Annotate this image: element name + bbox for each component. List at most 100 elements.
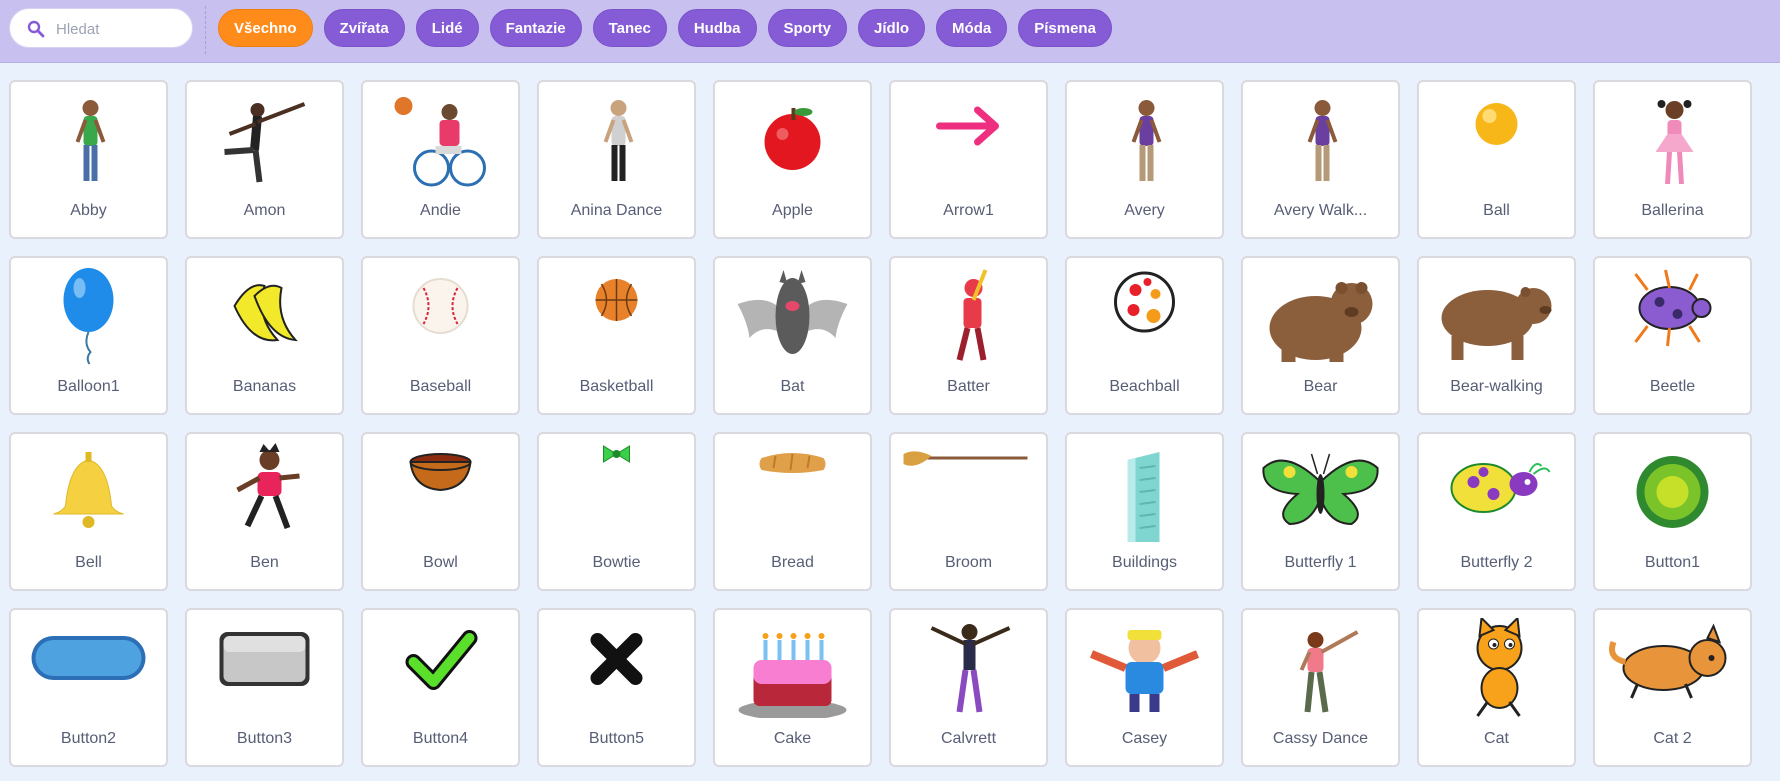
sprite-tile[interactable]: Avery [1065,80,1224,239]
sprite-tile[interactable]: Balloon1 [9,256,168,415]
sprite-name: Baseball [409,378,472,395]
wheelchair-basketball-icon [394,97,486,187]
sprite-tile[interactable]: Casey [1065,608,1224,767]
sprite-name: Button1 [1644,554,1701,571]
category-chip[interactable]: Tanec [592,9,667,47]
dancer-woman-icon [1299,630,1359,713]
category-chip[interactable]: Lidé [415,9,479,47]
sprite-tile[interactable]: Button5 [537,608,696,767]
sprite-tile[interactable]: Abby [9,80,168,239]
sprite-name: Andie [420,202,461,219]
sprite-name: Amon [243,202,286,219]
sprite-tile[interactable]: Baseball [361,256,520,415]
sprite-tile[interactable]: Button4 [361,608,520,767]
sprite-name: Avery [1124,202,1165,219]
cake-icon [738,633,847,718]
sprite-name: Bear [1303,378,1338,395]
sprite-name: Abby [70,202,107,219]
search-icon [27,20,45,38]
sprite-tile[interactable]: Bell [9,432,168,591]
sprite-name: Butterfly 2 [1460,554,1533,571]
sprite-name: Bananas [232,378,297,395]
bread-icon [759,453,826,473]
sprite-tile[interactable]: Bear-walking [1417,256,1576,415]
sprite-name: Button3 [236,730,293,747]
sprite-tile[interactable]: Buildings [1065,432,1224,591]
dancer-woman-icon [603,100,634,181]
sprite-tile[interactable]: Button3 [185,608,344,767]
bear-icon [1269,282,1373,362]
sprite-tile[interactable]: Butterfly 2 [1417,432,1576,591]
sprite-name: Bat [780,378,805,395]
search-box[interactable] [9,8,193,48]
girl-walking-icon [1307,100,1338,181]
sprite-tile[interactable]: Anina Dance [537,80,696,239]
sprite-tile[interactable]: Andie [361,80,520,239]
sprite-tile[interactable]: Bowl [361,432,520,591]
sprite-tile[interactable]: Ballerina [1593,80,1752,239]
sprite-tile[interactable]: Butterfly 1 [1241,432,1400,591]
sprite-name: Bread [771,554,814,571]
square-button-icon [219,632,310,686]
sprite-tile[interactable]: Bat [713,256,872,415]
sprite-tile[interactable]: Amon [185,80,344,239]
category-chip[interactable]: Zvířata [323,9,405,47]
basketball-icon [595,279,638,321]
bowl-icon [409,453,472,492]
category-chip[interactable]: Písmena [1018,9,1112,47]
sprite-name: Ball [1483,202,1510,219]
sprite-name: Cassy Dance [1272,730,1369,747]
sprite-name: Bowl [423,554,458,571]
sprite-tile[interactable]: Ben [185,432,344,591]
sprite-tile[interactable]: Basketball [537,256,696,415]
baseball-icon [412,278,469,334]
sprite-name: Arrow1 [943,202,994,219]
search-input[interactable] [56,18,181,40]
sprite-tile[interactable]: Button1 [1593,432,1752,591]
sprite-tile[interactable]: Cat 2 [1593,608,1752,767]
category-chip[interactable]: Fantazie [489,9,582,47]
sprite-tile[interactable]: Beachball [1065,256,1224,415]
sprite-tile[interactable]: Cake [713,608,872,767]
sprite-name: Cake [773,730,812,747]
bowtie-icon [603,445,630,463]
toolbar: Všechno Zvířata Lidé Fantazie Tanec Hudba Spor… [0,0,1780,63]
sprite-name: Bowtie [592,554,641,571]
batter-icon [956,269,988,361]
boy-running-icon [236,443,300,530]
beachball-icon [1114,271,1175,333]
sprite-tile[interactable]: Arrow1 [889,80,1048,239]
sprite-name: Ben [250,554,279,571]
sprite-tile[interactable]: Bananas [185,256,344,415]
round-button-icon [1636,456,1709,528]
building-icon [1127,452,1160,542]
checkmark-icon [405,630,478,690]
sprite-tile[interactable]: Beetle [1593,256,1752,415]
sprite-name: Cat 2 [1653,730,1692,747]
category-chip[interactable]: Sporty [767,9,848,47]
sprite-tile[interactable]: Cassy Dance [1241,608,1400,767]
bear-walking-icon [1441,287,1552,360]
bell-icon [53,452,124,528]
sprite-name: Ballerina [1641,202,1704,219]
sprite-tile[interactable]: Cat [1417,608,1576,767]
sprite-tile[interactable]: Broom [889,432,1048,591]
sprite-tile[interactable]: Bread [713,432,872,591]
sprite-tile[interactable]: Ball [1417,80,1576,239]
sprite-tile[interactable]: Calvrett [889,608,1048,767]
girl-standing-icon [75,100,106,181]
sprite-tile[interactable]: Apple [713,80,872,239]
category-chip[interactable]: Všechno [218,9,313,47]
cat-lying-icon [1609,623,1727,699]
sprite-tile[interactable]: Button2 [9,608,168,767]
category-chip[interactable]: Jídlo [858,9,926,47]
sprite-tile[interactable]: Avery Walk... [1241,80,1400,239]
sprite-name: Batter [947,378,990,395]
category-chip[interactable]: Hudba [677,9,757,47]
sprite-tile[interactable]: Bear [1241,256,1400,415]
sprite-tile[interactable]: Bowtie [537,432,696,591]
sprite-tile[interactable]: Batter [889,256,1048,415]
category-chip[interactable]: Móda [936,9,1008,47]
sprite-name: Anina Dance [570,202,663,219]
sprite-name: Bell [75,554,102,571]
